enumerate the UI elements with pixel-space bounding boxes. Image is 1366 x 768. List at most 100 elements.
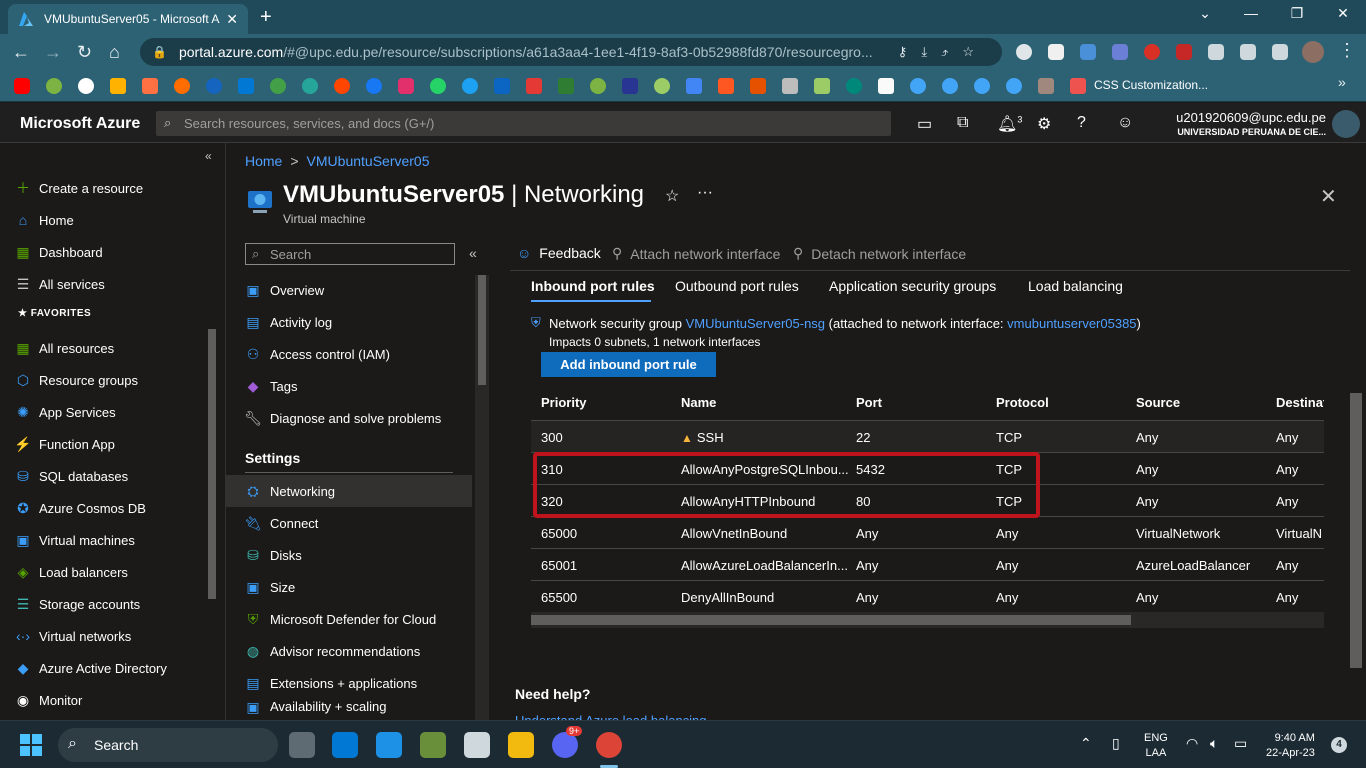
bookmark-icon[interactable] (270, 78, 286, 94)
tray-overflow-icon[interactable]: ⌃ (1080, 735, 1092, 752)
column-header-source[interactable]: Source (1136, 395, 1180, 410)
table-row[interactable]: 65001 AllowAzureLoadBalancerIn... Any An… (531, 548, 1324, 580)
bookmark-icon[interactable] (622, 78, 638, 94)
nav-sql-databases[interactable]: ⛁ SQL databases (14, 466, 128, 486)
usb-icon[interactable]: ▯ (1112, 735, 1120, 752)
facebook-icon[interactable] (366, 78, 382, 94)
extension-icon[interactable] (1112, 44, 1128, 60)
azure-brand[interactable]: Microsoft Azure (20, 115, 140, 133)
side-panel-icon[interactable] (1272, 44, 1288, 60)
table-row[interactable]: 65500 DenyAllInBound Any Any Any Any (531, 580, 1324, 612)
portal-menu-scrollbar[interactable] (208, 329, 216, 599)
youtube-icon[interactable] (14, 78, 30, 94)
omnibox-actions[interactable]: ⚷⤓⤴☆ (898, 44, 988, 60)
whatsapp-icon[interactable] (430, 78, 446, 94)
bookmark-icon[interactable] (174, 78, 190, 94)
forward-icon[interactable]: → (44, 42, 62, 63)
extension-icon[interactable] (1080, 44, 1096, 60)
nav-virtual-networks[interactable]: ‹·› Virtual networks (14, 626, 131, 646)
menu-size[interactable]: ▣ Size (226, 571, 472, 603)
paypal-icon[interactable] (206, 78, 222, 94)
notifications-icon[interactable]: 🔔︎3 (997, 114, 1022, 134)
nav-resource-groups[interactable]: ⬡ Resource groups (14, 370, 138, 390)
help-icon[interactable]: ? (1077, 114, 1086, 132)
nsg-link[interactable]: VMUbuntuServer05-nsg (686, 316, 825, 331)
bookmark-icon[interactable] (46, 78, 62, 94)
cloud-shell-icon[interactable]: ▭ (917, 114, 932, 134)
translate-icon[interactable] (686, 78, 702, 94)
menu-tags[interactable]: ◆ Tags (226, 370, 472, 402)
favorite-star-icon[interactable]: ☆ (665, 186, 679, 206)
bookmark-icon[interactable] (654, 78, 670, 94)
bookmark-icon[interactable] (110, 78, 126, 94)
more-bookmarks-icon[interactable]: » (1338, 74, 1346, 90)
tab-application-security-groups[interactable]: Application security groups (829, 278, 996, 294)
bookmark-icon[interactable] (558, 78, 574, 94)
docker-icon[interactable] (376, 732, 402, 758)
home-icon[interactable]: ⌂ (109, 42, 120, 63)
bookmark-icon[interactable] (526, 78, 542, 94)
linkedin-icon[interactable] (494, 78, 510, 94)
add-inbound-port-rule-button[interactable]: Add inbound port rule (541, 352, 716, 377)
close-blade-icon[interactable]: ✕ (1320, 184, 1337, 209)
bookmark-icon[interactable] (1006, 78, 1022, 94)
help-link[interactable]: Understand Azure load balancing (515, 713, 707, 720)
language-indicator[interactable]: ENG LAA (1144, 731, 1168, 761)
bookmark-icon[interactable] (974, 78, 990, 94)
chrome-menu-icon[interactable]: ⋮ (1338, 40, 1356, 61)
nav-create-resource[interactable]: ＋ Create a resource (14, 178, 143, 198)
table-horizontal-scrollbar[interactable] (531, 612, 1324, 628)
nav-all-resources[interactable]: ▦ All resources (14, 338, 114, 358)
collapse-resource-menu-icon[interactable]: « (469, 245, 477, 261)
file-explorer-icon[interactable] (508, 732, 534, 758)
nav-dashboard[interactable]: ▦ Dashboard (14, 242, 102, 262)
nav-virtual-machines[interactable]: ▣ Virtual machines (14, 530, 135, 550)
nav-home[interactable]: ⌂ Home (14, 210, 74, 230)
bookmark-icon[interactable] (590, 78, 606, 94)
profile-avatar[interactable] (1302, 41, 1324, 63)
minecraft-icon[interactable] (420, 732, 446, 758)
github-icon[interactable] (78, 78, 94, 94)
nav-storage-accounts[interactable]: ☰ Storage accounts (14, 594, 140, 614)
extensions-puzzle-icon[interactable] (1208, 44, 1224, 60)
tab-close-icon[interactable]: ✕ (226, 11, 238, 28)
bookmark-icon[interactable] (910, 78, 926, 94)
tab-outbound-port-rules[interactable]: Outbound port rules (675, 278, 799, 294)
outlook-icon[interactable] (238, 78, 254, 94)
account-email[interactable]: u201920609@upc.edu.pe (1176, 110, 1326, 125)
collapse-menu-icon[interactable]: « (205, 149, 212, 163)
bookmark-icon[interactable] (1038, 78, 1054, 94)
nic-link[interactable]: vmubuntuserver05385 (1007, 316, 1136, 331)
menu-extensions[interactable]: ▤ Extensions + applications (226, 667, 472, 699)
maximize-icon[interactable]: ❐ (1282, 5, 1312, 22)
more-actions-icon[interactable]: ··· (697, 184, 713, 202)
task-view-icon[interactable] (289, 732, 315, 758)
nav-app-services[interactable]: ✺ App Services (14, 402, 115, 422)
tab-inbound-port-rules[interactable]: Inbound port rules (531, 278, 655, 294)
content-scrollbar[interactable] (1350, 393, 1362, 668)
bookmark-icon[interactable] (782, 78, 798, 94)
twitter-icon[interactable] (462, 78, 478, 94)
instagram-icon[interactable] (398, 78, 414, 94)
menu-activity-log[interactable]: ▤ Activity log (226, 306, 472, 338)
column-header-destination[interactable]: Destinat (1276, 395, 1324, 410)
nav-cosmos-db[interactable]: ✪ Azure Cosmos DB (14, 498, 146, 518)
settings-gear-icon[interactable]: ⚙ (1037, 114, 1051, 134)
directory-filter-icon[interactable]: ⧉ (957, 114, 968, 132)
nav-function-app[interactable]: ⚡ Function App (14, 434, 115, 454)
bookmark-icon[interactable] (1070, 78, 1086, 94)
menu-networking[interactable]: ⛭ Networking (226, 475, 472, 507)
extension-icon[interactable] (1144, 44, 1160, 60)
extension-icon[interactable] (1048, 44, 1064, 60)
tab-load-balancing[interactable]: Load balancing (1028, 278, 1123, 294)
resource-menu-search[interactable]: ⌕ Search (245, 243, 455, 265)
column-header-name[interactable]: Name (681, 395, 716, 410)
extension-icon[interactable] (1176, 44, 1192, 60)
menu-disks[interactable]: ⛁ Disks (226, 539, 472, 571)
nav-all-services[interactable]: ☰ All services (14, 274, 105, 294)
bookmark-icon[interactable] (142, 78, 158, 94)
bookmark-icon[interactable] (814, 78, 830, 94)
menu-advisor[interactable]: ◍ Advisor recommendations (226, 635, 472, 667)
chrome-icon[interactable] (596, 732, 622, 758)
table-row[interactable]: 300 ▲ SSH 22 TCP Any Any (531, 420, 1324, 452)
